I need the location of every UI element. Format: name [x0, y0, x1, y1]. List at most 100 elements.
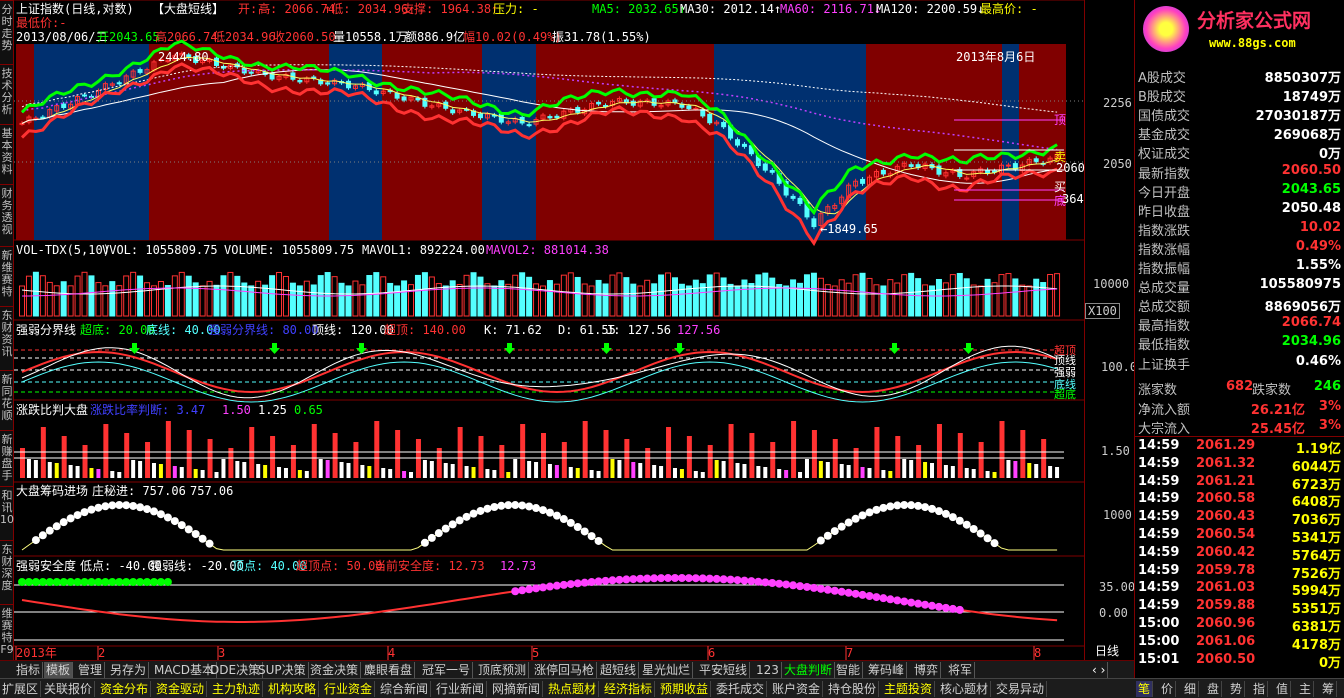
quote-panel-tab[interactable]: 价 — [1159, 681, 1177, 697]
extension-tab[interactable]: 预期收益 — [658, 681, 712, 697]
ratio-bar — [978, 442, 984, 478]
indicator-tab[interactable]: 另存为 — [108, 662, 150, 678]
safe-dot-magenta — [893, 596, 902, 605]
quote-value: 8869056万 — [1264, 300, 1341, 316]
indicator-tab[interactable]: 123 — [754, 662, 782, 678]
tick-time: 14:59 — [1138, 509, 1180, 525]
indicator-tab[interactable]: 博弈 — [912, 662, 942, 678]
extension-tab[interactable]: 持仓股份 — [826, 681, 880, 697]
quote-panel-tab[interactable]: 主 — [1297, 681, 1315, 697]
ratio-bar — [818, 461, 823, 478]
chip-dot — [580, 527, 589, 536]
price-364-label: 364 — [1062, 192, 1084, 206]
extension-tab[interactable]: 交易异动 — [994, 681, 1048, 697]
period-label[interactable]: 日线 — [1095, 644, 1119, 658]
sidebar-tab-8[interactable]: 和讯10 — [0, 490, 14, 526]
extension-tab[interactable]: 委托成交 — [714, 681, 768, 697]
quote-panel-tab[interactable]: 盘 — [1205, 681, 1223, 697]
indicator-tab[interactable]: 涨停回马枪 — [532, 662, 598, 678]
chip-a: 庄秘进: 757.06 — [92, 484, 186, 498]
indicator-tab[interactable]: 麋眼看盘 — [362, 662, 416, 678]
extension-tab[interactable]: 账户资金 — [770, 681, 824, 697]
volume-bar — [685, 285, 692, 317]
extension-tab[interactable]: 行业新闻 — [434, 681, 488, 697]
ratio-bar — [409, 472, 414, 478]
kdj-title: 强弱分界线 — [16, 323, 77, 337]
candle-body — [721, 122, 727, 128]
quote-panel-tab[interactable]: 势 — [1228, 681, 1246, 697]
extension-tab[interactable]: 网摘新闻 — [490, 681, 544, 697]
sidebar-tab-2[interactable]: 基本资料 — [0, 128, 14, 176]
safe-dot-magenta — [650, 574, 659, 583]
ratio-bar — [325, 460, 330, 478]
sidebar-tab-9[interactable]: 东财深度 — [0, 544, 14, 592]
ratio-bar — [534, 462, 539, 478]
candle-body — [19, 122, 25, 125]
sidebar-tab-10[interactable]: 维赛特F9 — [0, 608, 14, 656]
volume-bar — [776, 284, 783, 317]
extension-tab[interactable]: 热点题材 — [546, 681, 600, 697]
ratio-bar — [263, 465, 268, 478]
quote-panel-tab[interactable]: 值 — [1274, 681, 1292, 697]
quote-panel-tab[interactable]: 指 — [1251, 681, 1269, 697]
indicator-tab[interactable]: 顶底预测 — [476, 662, 530, 678]
ratio-bar — [999, 421, 1005, 478]
tick-price: 2060.96 — [1196, 616, 1256, 631]
volume-bar — [560, 274, 567, 317]
sidebar-tab-5[interactable]: 东财资讯 — [0, 310, 14, 358]
indicator-tab[interactable]: 将军 — [946, 662, 976, 678]
extension-tab[interactable]: 机构攻略 — [266, 681, 320, 697]
kdj-chaodi: 超底: 20.00 — [80, 323, 155, 337]
ratio-bar — [631, 462, 636, 478]
bar-open: 开2043.65 — [97, 30, 160, 44]
tick-time: 14:59 — [1138, 473, 1180, 489]
ratio-bar — [561, 442, 567, 478]
extension-tab[interactable]: 核心题材 — [938, 681, 992, 697]
chip-dot — [177, 521, 186, 530]
sidebar-tab-4[interactable]: 新维赛特 — [0, 250, 14, 298]
extension-tab[interactable]: 主题投资 — [882, 681, 936, 697]
indicator-tab[interactable]: 超短线 — [598, 662, 640, 678]
extension-tab[interactable]: 经济指标 — [602, 681, 656, 697]
extension-tab[interactable]: 扩展区 — [0, 681, 42, 697]
ratio-bar — [784, 470, 789, 478]
safe-dot-magenta — [796, 582, 805, 591]
indicator-tab[interactable]: 星光灿烂 — [640, 662, 694, 678]
sidebar-tab-1[interactable]: 技术分析 — [0, 68, 14, 116]
sidebar-tab-6[interactable]: 新同花顺 — [0, 374, 14, 422]
extension-tab[interactable]: 资金驱动 — [154, 681, 208, 697]
indicator-tab[interactable]: 冠军一号 — [420, 662, 474, 678]
volume-bar — [414, 274, 421, 317]
tick-time: 14:59 — [1138, 438, 1180, 453]
indicator-tab[interactable]: 智能 — [834, 662, 864, 678]
tab-scroll-arrows-icon[interactable]: ‹ › — [1090, 662, 1109, 678]
indicator-tab[interactable]: 指标 — [14, 662, 44, 678]
quote-panel-tab[interactable]: 细 — [1182, 681, 1200, 697]
ratio-bar — [186, 430, 192, 478]
indicator-tab[interactable]: 管理 — [76, 662, 106, 678]
sidebar-tab-7[interactable]: 新赚盘手 — [0, 434, 14, 482]
quote-panel-tab[interactable]: 筹 — [1320, 681, 1338, 697]
indicator-tab[interactable]: 平安短线 — [697, 662, 751, 678]
extension-tab[interactable]: 主力轨迹 — [210, 681, 264, 697]
indicator-tab[interactable]: 筹码峰 — [866, 662, 908, 678]
chip-dot — [448, 520, 457, 529]
extension-tab[interactable]: 行业资金 — [322, 681, 376, 697]
indicator-tab[interactable]: 资金决策 — [308, 662, 362, 678]
ratio-bar — [221, 459, 226, 478]
indicator-tab[interactable]: 大盘判断 — [782, 662, 836, 678]
extension-tab[interactable]: 关联报价 — [42, 681, 96, 697]
safe-dot-magenta — [941, 603, 950, 612]
indicator-tab[interactable]: SUP决策 — [256, 662, 309, 678]
ratio-bar — [846, 465, 851, 478]
indicator-tab[interactable]: DDE决策 — [208, 662, 264, 678]
extension-tab[interactable]: 资金分布 — [98, 681, 152, 697]
candle-body — [61, 103, 67, 109]
sidebar-tab-3[interactable]: 财务透视 — [0, 188, 14, 236]
indicator-tab[interactable]: 模板 — [44, 662, 74, 678]
quote-panel-tab[interactable]: 笔 — [1136, 681, 1154, 697]
extension-tab[interactable]: 综合新闻 — [378, 681, 432, 697]
volume-bar — [394, 285, 401, 317]
volume-bar — [289, 282, 296, 317]
sidebar-tab-0[interactable]: 分时走势 — [0, 4, 14, 52]
